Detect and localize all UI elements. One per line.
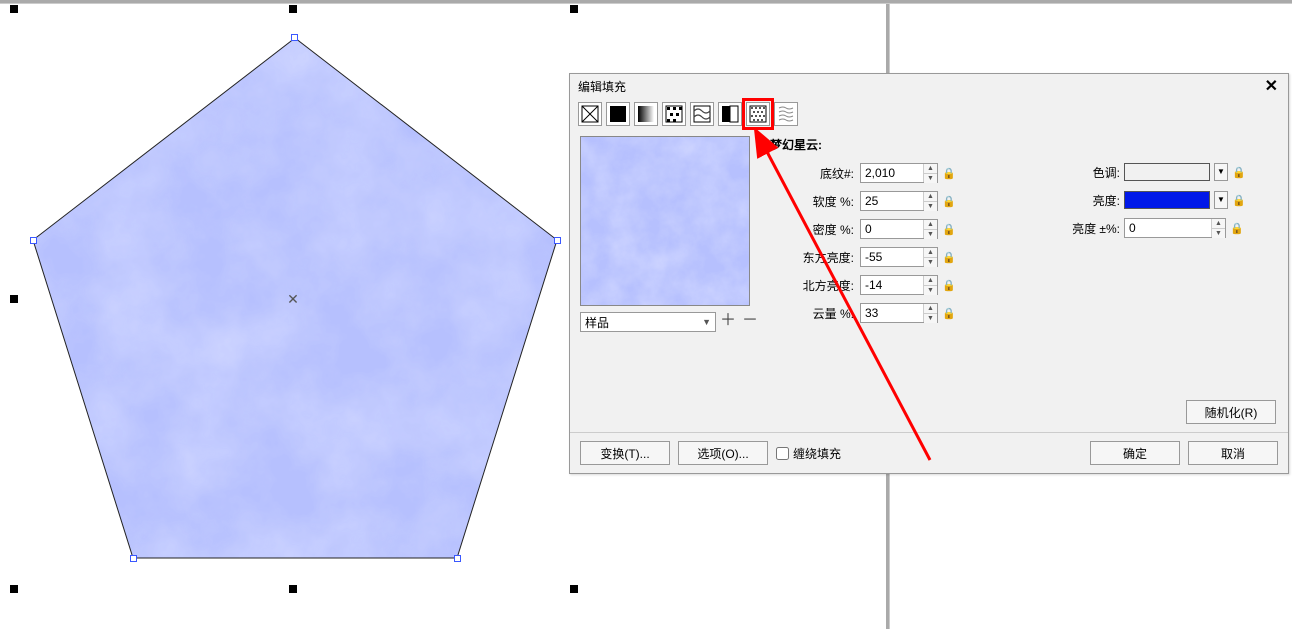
lock-icon[interactable]: 🔒 (1232, 166, 1246, 179)
spin-down-icon[interactable]: ▼ (924, 286, 937, 295)
cloud-input[interactable] (861, 304, 923, 322)
selection-handle-tr[interactable] (570, 5, 578, 13)
density-input[interactable] (861, 220, 923, 238)
spin-down-icon[interactable]: ▼ (1212, 229, 1225, 238)
randomize-button[interactable]: 随机化(R) (1186, 400, 1276, 424)
dialog-title: 编辑填充 (578, 80, 626, 94)
brightness-pm-spinner[interactable]: ▲▼ (1124, 218, 1226, 238)
lock-icon[interactable]: 🔒 (1232, 194, 1246, 207)
selection-handle-tm[interactable] (289, 5, 297, 13)
spin-down-icon[interactable]: ▼ (924, 174, 937, 183)
cancel-button[interactable]: 取消 (1188, 441, 1278, 465)
close-icon[interactable]: ✕ (1261, 76, 1282, 96)
fill-type-toolbar (570, 98, 1288, 132)
spin-up-icon[interactable]: ▲ (924, 164, 937, 174)
edit-fill-dialog[interactable]: 编辑填充 ✕ (569, 73, 1289, 474)
fill-type-bitmap-pattern[interactable] (690, 102, 714, 126)
lock-icon[interactable]: 🔒 (942, 195, 956, 208)
lock-icon[interactable]: 🔒 (1230, 222, 1244, 235)
texture-no-input[interactable] (861, 164, 923, 182)
lock-icon[interactable]: 🔒 (942, 279, 956, 292)
fill-type-two-color-pattern[interactable] (718, 102, 742, 126)
fill-type-texture[interactable] (746, 102, 770, 126)
cloud-spinner[interactable]: ▲▼ (860, 303, 938, 323)
vertex-node[interactable] (130, 555, 137, 562)
selection-center[interactable]: ✕ (287, 293, 299, 305)
wrap-fill-checkbox-input[interactable] (776, 447, 789, 460)
fill-type-none[interactable] (578, 102, 602, 126)
selection-handle-bl[interactable] (10, 585, 18, 593)
spin-up-icon[interactable]: ▲ (924, 304, 937, 314)
add-swatch-button[interactable]: ＋ (718, 312, 738, 332)
brightness-label: 亮度: (1060, 192, 1120, 209)
north-brightness-input[interactable] (861, 276, 923, 294)
transform-button[interactable]: 变换(T)... (580, 441, 670, 465)
ok-button[interactable]: 确定 (1090, 441, 1180, 465)
softness-spinner[interactable]: ▲▼ (860, 191, 938, 211)
east-brightness-input[interactable] (861, 248, 923, 266)
north-brightness-spinner[interactable]: ▲▼ (860, 275, 938, 295)
selection-handle-tl[interactable] (10, 5, 18, 13)
fill-type-fountain[interactable] (634, 102, 658, 126)
texture-no-label: 底纹#: (770, 165, 856, 182)
canvas-page-edge-horizontal (0, 0, 1292, 4)
selection-handle-br[interactable] (570, 585, 578, 593)
texture-name-heading: 梦幻星云: (770, 136, 1050, 153)
spin-down-icon[interactable]: ▼ (924, 230, 937, 239)
spin-up-icon[interactable]: ▲ (924, 276, 937, 286)
spin-up-icon[interactable]: ▲ (924, 248, 937, 258)
selection-handle-ml[interactable] (10, 295, 18, 303)
vertex-node[interactable] (454, 555, 461, 562)
lock-icon[interactable]: 🔒 (942, 307, 956, 320)
lock-icon[interactable]: 🔒 (942, 251, 956, 264)
brightness-color-swatch[interactable] (1124, 191, 1210, 209)
brightness-pm-label: 亮度 ±%: (1060, 220, 1120, 237)
fill-type-uniform[interactable] (606, 102, 630, 126)
spin-up-icon[interactable]: ▲ (924, 192, 937, 202)
east-brightness-label: 东方亮度: (770, 249, 856, 266)
remove-swatch-button[interactable]: － (740, 312, 760, 332)
lock-icon[interactable]: 🔒 (942, 223, 956, 236)
hue-label: 色调: (1060, 164, 1120, 181)
color-dropdown-icon[interactable]: ▼ (1214, 163, 1228, 181)
spin-up-icon[interactable]: ▲ (1212, 219, 1225, 229)
lock-icon[interactable]: 🔒 (942, 167, 956, 180)
hue-color-swatch[interactable] (1124, 163, 1210, 181)
color-dropdown-icon[interactable]: ▼ (1214, 191, 1228, 209)
swatch-library-label: 样品 (585, 314, 609, 331)
spin-down-icon[interactable]: ▼ (924, 202, 937, 211)
north-brightness-label: 北方亮度: (770, 277, 856, 294)
options-button[interactable]: 选项(O)... (678, 441, 768, 465)
selection-handle-bm[interactable] (289, 585, 297, 593)
spin-up-icon[interactable]: ▲ (924, 220, 937, 230)
brightness-pm-input[interactable] (1125, 219, 1211, 237)
fill-type-vector-pattern[interactable] (662, 102, 686, 126)
vertex-node[interactable] (554, 237, 561, 244)
selected-shape[interactable]: ✕ (10, 5, 583, 595)
chevron-down-icon: ▼ (702, 317, 711, 327)
spin-down-icon[interactable]: ▼ (924, 258, 937, 267)
swatch-library-select[interactable]: 样品 ▼ (580, 312, 716, 332)
texture-no-spinner[interactable]: ▲▼ (860, 163, 938, 183)
east-brightness-spinner[interactable]: ▲▼ (860, 247, 938, 267)
wrap-fill-checkbox[interactable]: 缠绕填充 (776, 445, 841, 462)
fill-type-postscript[interactable] (774, 102, 798, 126)
dialog-titlebar[interactable]: 编辑填充 ✕ (570, 74, 1288, 98)
density-spinner[interactable]: ▲▼ (860, 219, 938, 239)
cloud-label: 云量 %: (770, 305, 856, 322)
density-label: 密度 %: (770, 221, 856, 238)
vertex-node[interactable] (291, 34, 298, 41)
texture-preview[interactable] (580, 136, 750, 306)
vertex-node[interactable] (30, 237, 37, 244)
softness-label: 软度 %: (770, 193, 856, 210)
spin-down-icon[interactable]: ▼ (924, 314, 937, 323)
softness-input[interactable] (861, 192, 923, 210)
wrap-fill-label: 缠绕填充 (793, 445, 841, 462)
